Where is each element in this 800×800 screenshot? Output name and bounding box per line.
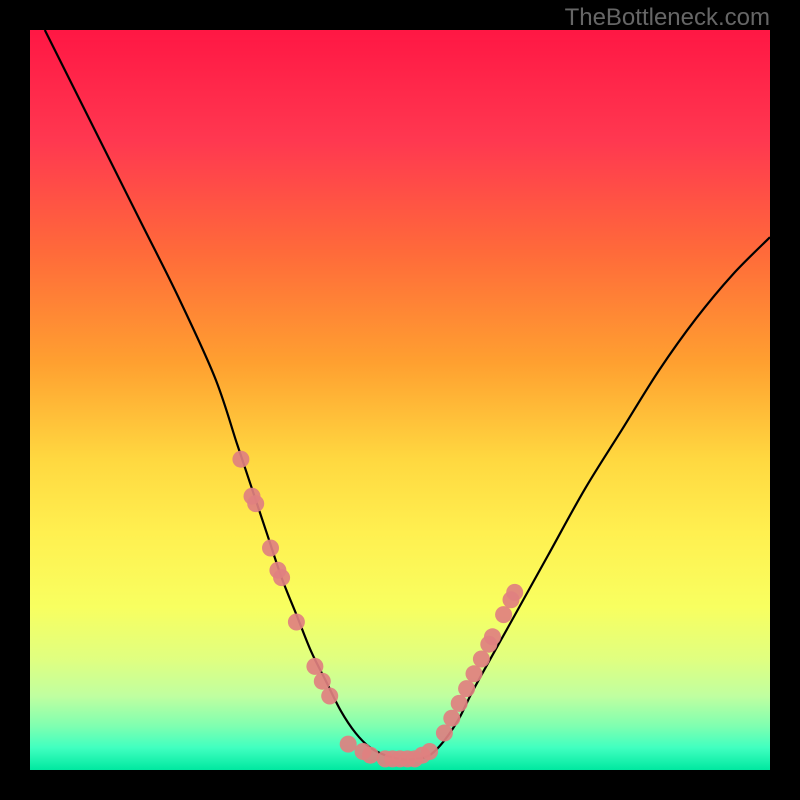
chart-plot-area <box>30 30 770 770</box>
data-points-left-branch <box>232 451 338 705</box>
watermark-text: TheBottleneck.com <box>565 4 770 32</box>
chart-curve-layer <box>30 30 770 770</box>
data-points-valley <box>340 736 438 768</box>
bottleneck-curve <box>45 30 770 759</box>
data-points-right-branch <box>436 584 523 742</box>
